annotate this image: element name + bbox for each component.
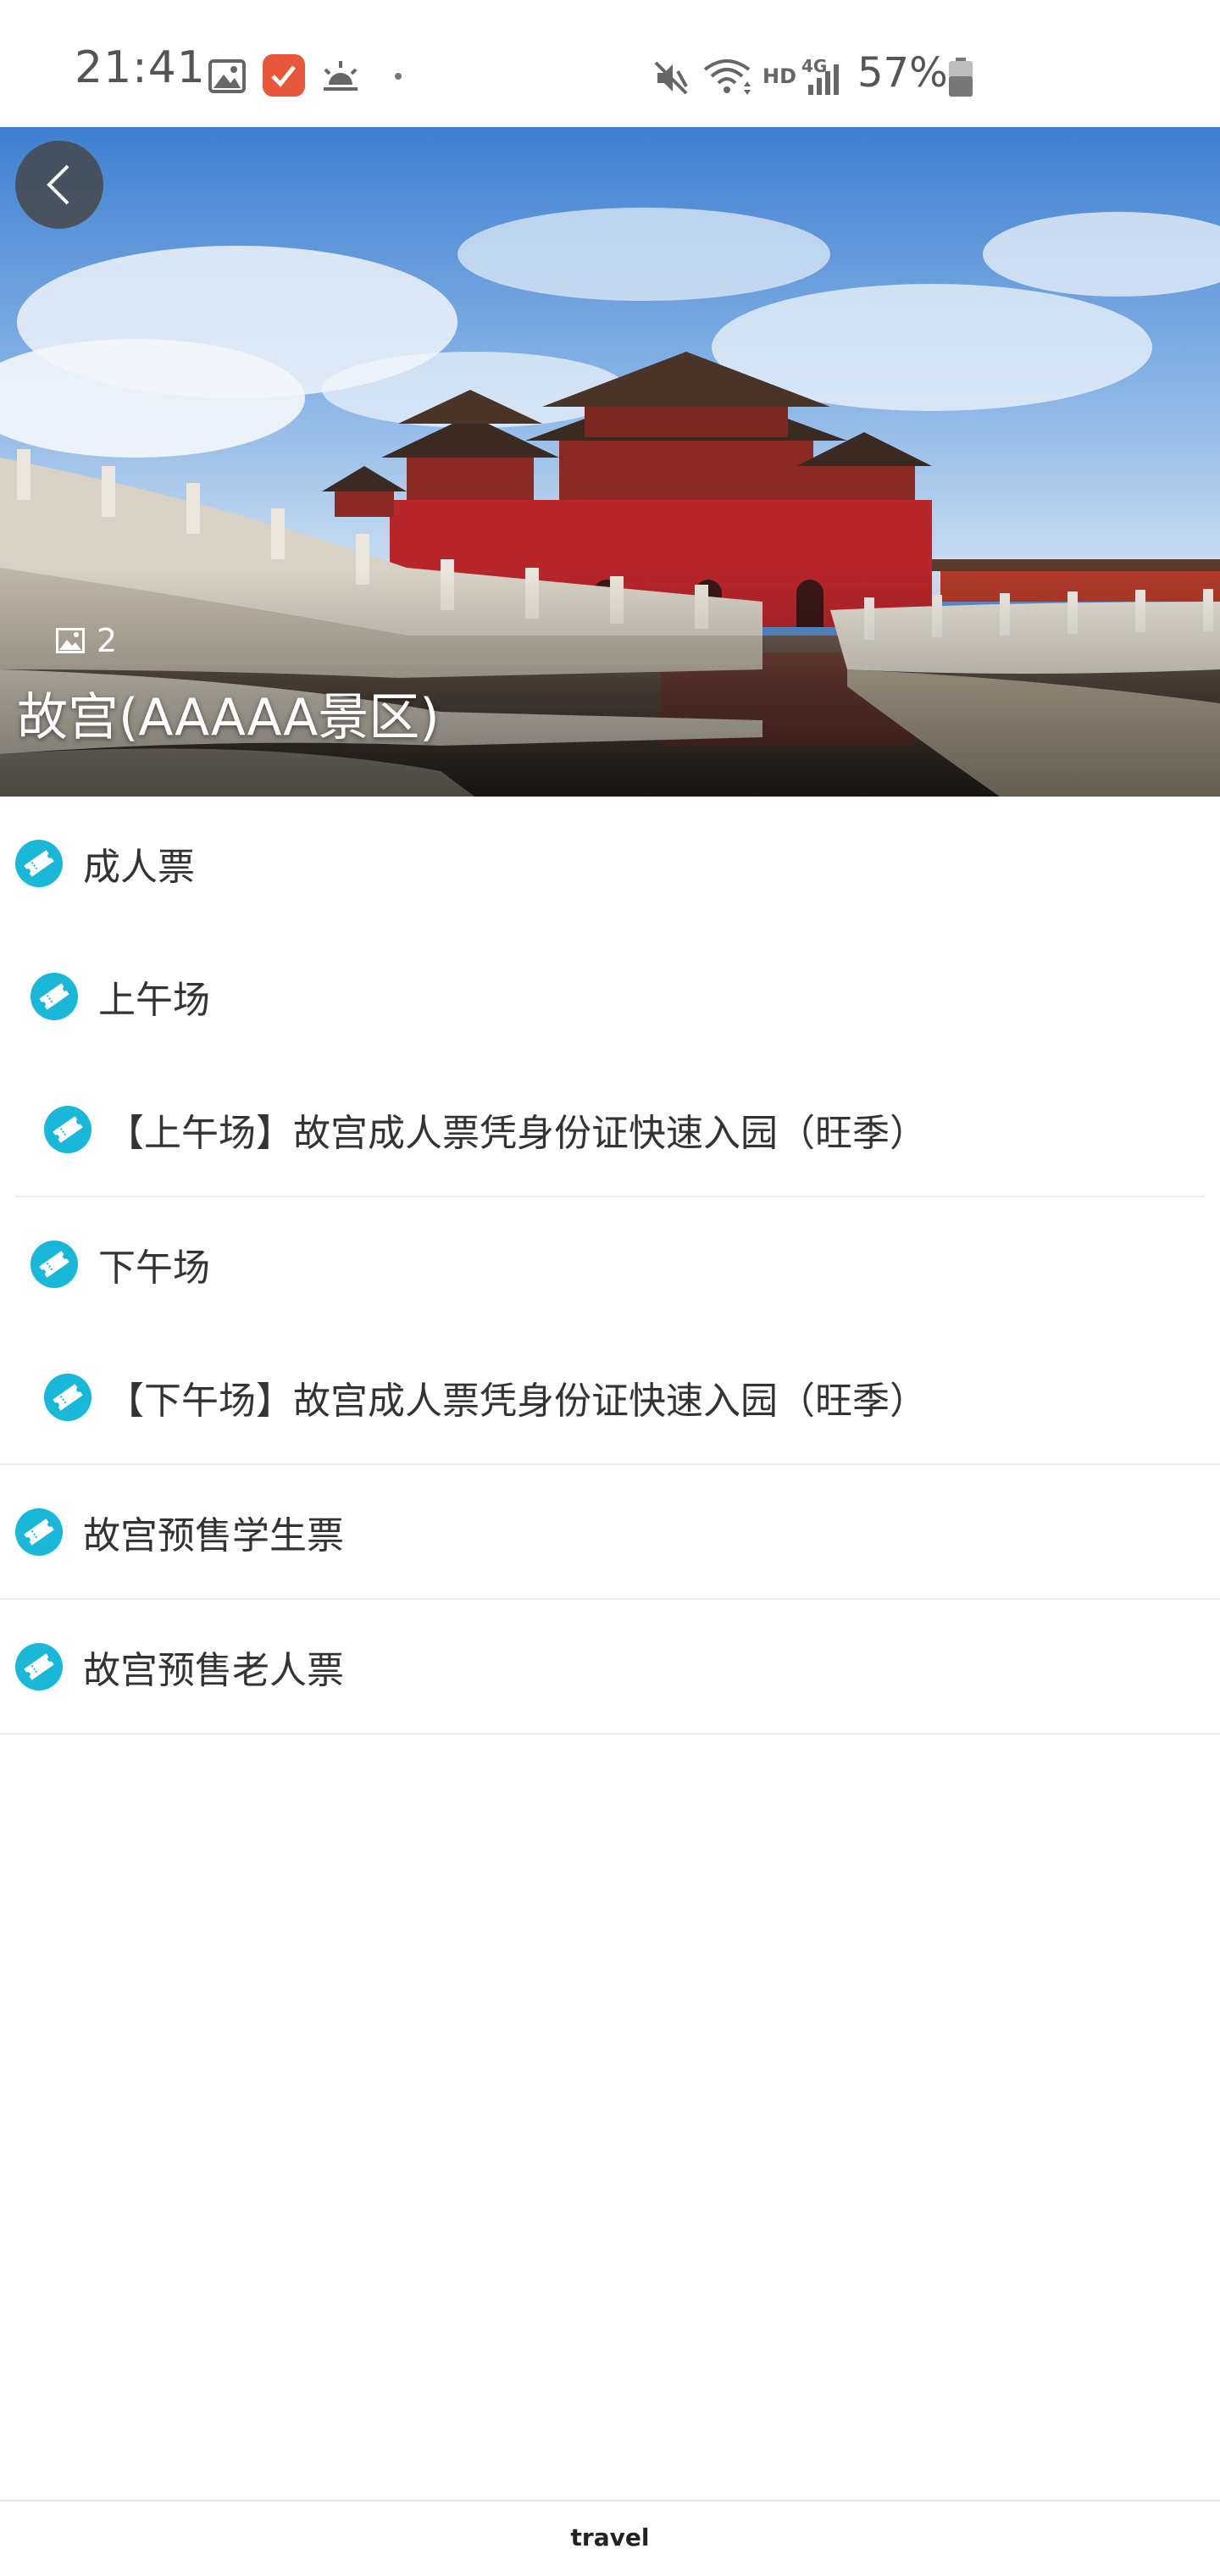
battery-icon bbox=[949, 58, 973, 97]
divider bbox=[0, 1733, 1220, 1735]
photo-count-value: 2 bbox=[97, 622, 118, 659]
place-title: 故宫(AAAAA景区) bbox=[17, 688, 440, 747]
hero-image[interactable]: 2 故宫(AAAAA景区) bbox=[0, 127, 1220, 797]
status-bar: 21:41 HD 4G 57% bbox=[0, 0, 1220, 127]
gallery-icon bbox=[208, 59, 246, 93]
ticket-item-label: 【上午场】故宫成人票凭身份证快速入园（旺季） bbox=[107, 1111, 927, 1155]
ticket-item-afternoon-adult[interactable]: 【下午场】故宫成人票凭身份证快速入园（旺季） bbox=[0, 1330, 1220, 1463]
battery-percentage: 57% bbox=[857, 49, 948, 97]
ticket-category-label: 故宫预售老人票 bbox=[83, 1648, 344, 1692]
ticket-category-adult[interactable]: 成人票 bbox=[0, 797, 1220, 930]
bottom-bar-label: travel bbox=[570, 2523, 650, 2551]
sunrise-icon bbox=[324, 61, 358, 91]
signal-icon bbox=[808, 64, 839, 95]
ticket-icon bbox=[44, 1105, 92, 1153]
ticket-category-label: 成人票 bbox=[83, 845, 195, 889]
ticket-category-student[interactable]: 故宫预售学生票 bbox=[0, 1465, 1220, 1598]
chevron-left-icon bbox=[47, 164, 69, 205]
ticket-item-morning-adult[interactable]: 【上午场】故宫成人票凭身份证快速入园（旺季） bbox=[0, 1063, 1220, 1196]
bottom-bar: travel bbox=[0, 2500, 1220, 2576]
network-hd-label: HD bbox=[762, 64, 797, 88]
back-button[interactable] bbox=[15, 141, 103, 229]
check-app-icon bbox=[263, 54, 305, 97]
ticket-category-senior[interactable]: 故宫预售老人票 bbox=[0, 1600, 1220, 1733]
ticket-list: 成人票 上午场 【上午场】故宫成人票凭身份证快速入园（旺季） 下午场 【下午场】… bbox=[0, 797, 1220, 1735]
ticket-icon bbox=[15, 839, 63, 887]
ticket-item-label: 【下午场】故宫成人票凭身份证快速入园（旺季） bbox=[107, 1379, 927, 1423]
ticket-icon bbox=[30, 972, 78, 1020]
status-time: 21:41 bbox=[75, 42, 206, 93]
photo-count[interactable]: 2 bbox=[56, 619, 117, 663]
ticket-icon bbox=[15, 1507, 63, 1556]
ticket-category-label: 故宫预售学生票 bbox=[83, 1513, 344, 1557]
ticket-icon bbox=[44, 1373, 92, 1421]
ticket-session-morning[interactable]: 上午场 bbox=[0, 930, 1220, 1063]
dot-icon bbox=[395, 73, 402, 80]
wifi-icon bbox=[703, 59, 751, 95]
ticket-session-afternoon[interactable]: 下午场 bbox=[0, 1197, 1220, 1330]
ticket-session-label: 上午场 bbox=[98, 978, 210, 1022]
ticket-session-label: 下午场 bbox=[98, 1246, 210, 1290]
ticket-icon bbox=[15, 1642, 63, 1690]
mute-icon bbox=[654, 61, 688, 95]
ticket-icon bbox=[30, 1240, 78, 1288]
image-icon bbox=[56, 628, 85, 653]
